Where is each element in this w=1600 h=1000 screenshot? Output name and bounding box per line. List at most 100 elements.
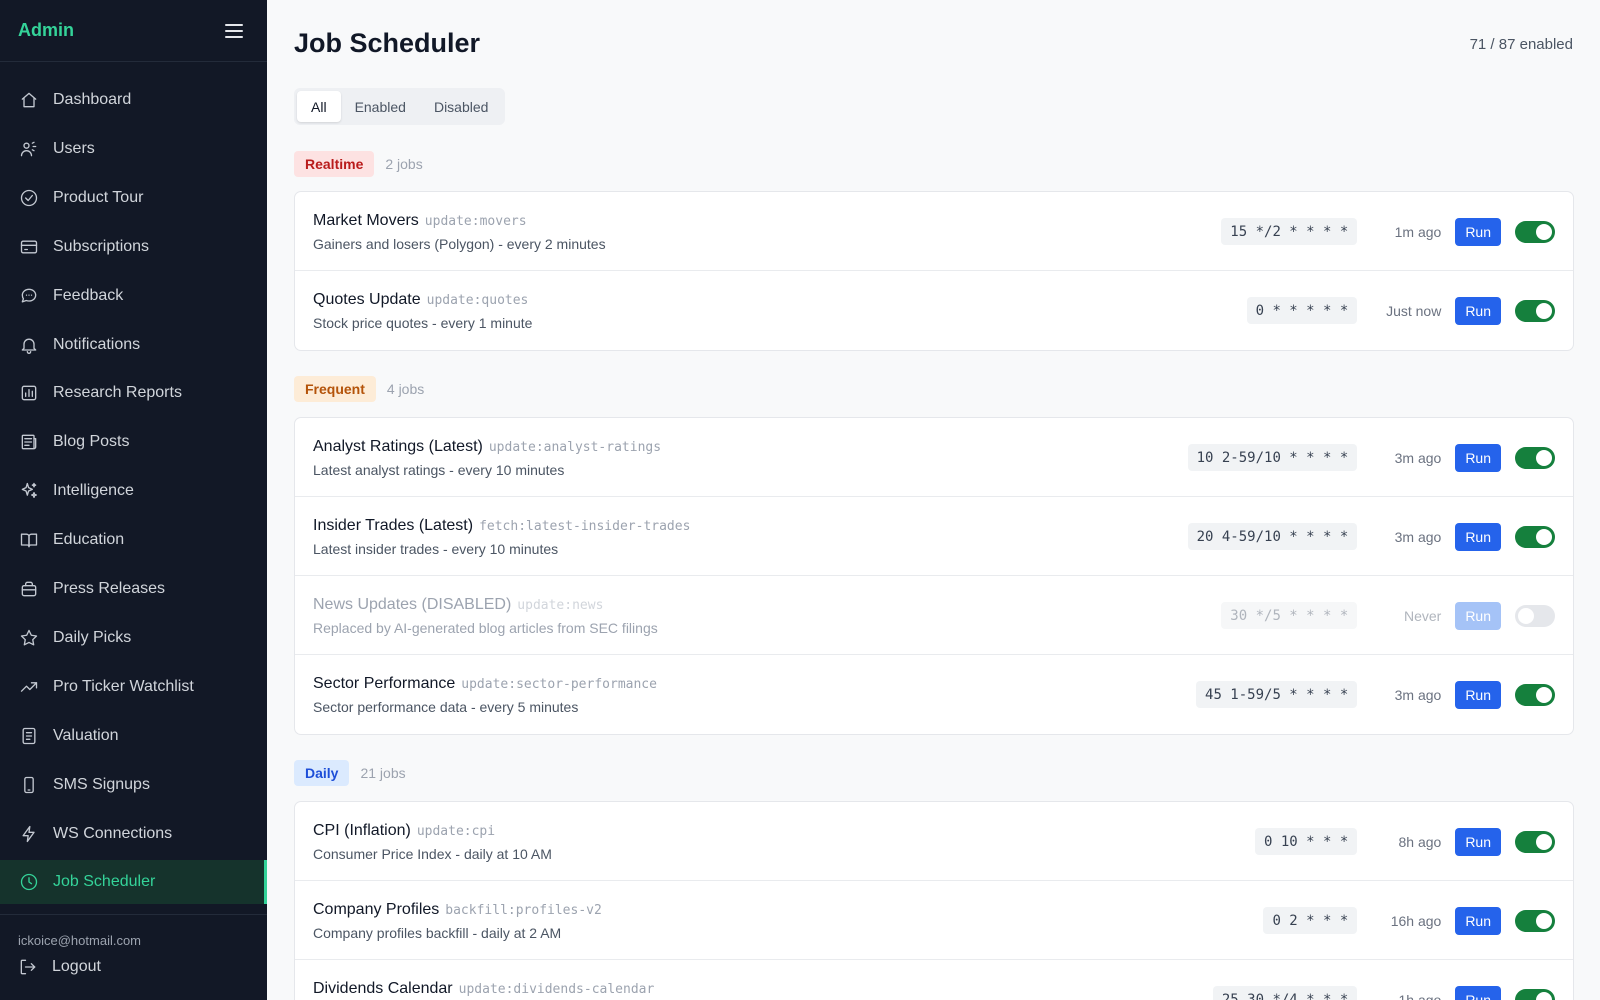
job-title: Quotes Update	[313, 291, 421, 308]
toggle-knob	[1536, 302, 1552, 319]
job-title: Company Profiles	[313, 901, 440, 918]
last-run-time: Just now	[1386, 302, 1442, 319]
job-title: Analyst Ratings (Latest)	[313, 438, 483, 455]
sidebar-item-research-reports[interactable]: Research Reports	[0, 371, 267, 415]
toggle-knob	[1518, 607, 1534, 624]
sidebar-item-ws-connections[interactable]: WS Connections	[0, 812, 267, 856]
logout-button[interactable]: Logout	[18, 957, 249, 977]
cron-expression: 45 1-59/5 * * * *	[1196, 681, 1358, 708]
run-button[interactable]: Run	[1455, 680, 1501, 709]
job-group-card: Analyst Ratings (Latest) update:analyst-r…	[294, 417, 1574, 735]
enable-toggle[interactable]	[1515, 830, 1555, 853]
sidebar-item-label: Intelligence	[53, 482, 134, 500]
job-name: Insider Trades (Latest) fetch:latest-insi…	[313, 517, 690, 535]
sidebar-item-label: Research Reports	[53, 384, 182, 402]
enable-toggle[interactable]	[1515, 604, 1555, 627]
cron-expression: 10 2-59/10 * * * *	[1187, 444, 1358, 471]
sidebar-item-label: Dashboard	[53, 91, 132, 108]
sidebar-item-dashboard[interactable]: Dashboard	[0, 78, 267, 122]
sidebar-footer: ickoice@hotmail.com Logout	[0, 914, 267, 977]
job-row: Market Movers update:movers Gainers and lo…	[295, 192, 1573, 271]
job-row: Dividends Calendar update:dividends-calen…	[295, 960, 1573, 1000]
job-name: CPI (Inflation) update:cpi	[313, 822, 495, 840]
job-name: Company Profiles backfill:profiles-v2	[313, 901, 602, 919]
sidebar-item-valuation[interactable]: Valuation	[0, 714, 267, 758]
run-button[interactable]: Run	[1455, 296, 1501, 325]
sidebar-item-press-releases[interactable]: Press Releases	[0, 567, 267, 611]
sidebar-item-blog-posts[interactable]: Blog Posts	[0, 420, 267, 464]
enable-toggle[interactable]	[1515, 988, 1555, 1000]
sidebar-item-label: Education	[53, 531, 125, 549]
brand-logo[interactable]: Admin	[18, 20, 74, 41]
job-description: Latest insider trades - every 10 minutes	[313, 541, 559, 557]
sidebar-item-sms-signups[interactable]: SMS Signups	[0, 763, 267, 807]
credit-card-icon	[19, 237, 39, 257]
job-title: Market Movers	[313, 212, 419, 229]
group-badge: Frequent	[294, 376, 376, 402]
tab-all[interactable]: All	[297, 91, 341, 122]
job-row: Quotes Update update:quotes Stock price qu…	[295, 271, 1573, 350]
sidebar-item-education[interactable]: Education	[0, 518, 267, 562]
job-controls: 0 2 * * * 16h ago Run	[1263, 881, 1555, 960]
enable-toggle[interactable]	[1515, 909, 1555, 932]
enable-toggle[interactable]	[1515, 683, 1555, 706]
job-title: Sector Performance	[313, 675, 456, 692]
sidebar-item-subscriptions[interactable]: Subscriptions	[0, 225, 267, 269]
group-job-count: 2 jobs	[385, 156, 423, 172]
group-badge: Daily	[294, 760, 350, 786]
phone-icon	[19, 775, 39, 795]
sidebar-item-label: Notifications	[53, 335, 141, 353]
toggle-knob	[1536, 991, 1552, 1000]
sidebar-item-product-tour[interactable]: Product Tour	[0, 176, 267, 220]
job-controls: 0 10 * * * 8h ago Run	[1255, 802, 1555, 881]
group-header-realtime: Realtime 2 jobs	[294, 151, 423, 177]
job-name: Quotes Update update:quotes	[313, 291, 528, 309]
job-title: CPI (Inflation)	[313, 822, 411, 839]
cron-expression: 25 30 */4 * * *	[1212, 986, 1358, 1000]
trending-up-icon	[19, 677, 39, 697]
enable-toggle[interactable]	[1515, 220, 1555, 243]
run-button[interactable]: Run	[1455, 443, 1501, 472]
sidebar-item-feedback[interactable]: Feedback	[0, 274, 267, 318]
logout-label: Logout	[52, 958, 101, 975]
run-button[interactable]: Run	[1455, 906, 1501, 935]
run-button[interactable]: Run	[1455, 217, 1501, 246]
job-command: update:cpi	[416, 824, 496, 839]
tab-disabled[interactable]: Disabled	[420, 91, 502, 122]
bell-icon	[19, 335, 39, 355]
group-badge: Realtime	[294, 151, 375, 177]
hamburger-menu-icon[interactable]	[225, 23, 243, 38]
sidebar-item-users[interactable]: Users	[0, 127, 267, 171]
job-title: Insider Trades (Latest)	[313, 517, 474, 534]
job-controls: 30 */5 * * * * Never Run	[1221, 576, 1555, 655]
job-description: Stock price quotes - every 1 minute	[313, 315, 533, 331]
home-icon	[19, 90, 39, 110]
job-name: Sector Performance update:sector-performa…	[313, 675, 657, 693]
sidebar-item-daily-picks[interactable]: Daily Picks	[0, 616, 267, 660]
sidebar-item-label: Press Releases	[53, 580, 166, 597]
sidebar-item-notifications[interactable]: Notifications	[0, 323, 267, 367]
toggle-knob	[1536, 686, 1552, 703]
job-row: Insider Trades (Latest) fetch:latest-insi…	[295, 497, 1573, 576]
sidebar-item-pro-ticker-watchlist[interactable]: Pro Ticker Watchlist	[0, 665, 267, 709]
enable-toggle[interactable]	[1515, 446, 1555, 469]
run-button[interactable]: Run	[1455, 601, 1501, 630]
sidebar-item-intelligence[interactable]: Intelligence	[0, 469, 267, 513]
filter-tabs: All Enabled Disabled	[294, 88, 506, 125]
sidebar-item-label: Subscriptions	[53, 237, 150, 255]
sidebar-item-job-scheduler[interactable]: Job Scheduler	[0, 860, 267, 905]
tab-enabled[interactable]: Enabled	[341, 91, 420, 122]
enable-toggle[interactable]	[1515, 299, 1555, 322]
run-button[interactable]: Run	[1455, 985, 1501, 1000]
job-description: Gainers and losers (Polygon) - every 2 m…	[313, 236, 606, 252]
run-button[interactable]: Run	[1455, 522, 1501, 551]
star-icon	[19, 628, 39, 648]
job-controls: 10 2-59/10 * * * * 3m ago Run	[1187, 418, 1555, 497]
group-header-frequent: Frequent 4 jobs	[294, 376, 424, 402]
job-description: Sector performance data - every 5 minute…	[313, 699, 579, 715]
job-description: Company profiles backfill - daily at 2 A…	[313, 925, 562, 941]
job-command: update:analyst-ratings	[488, 440, 662, 455]
run-button[interactable]: Run	[1455, 827, 1501, 856]
last-run-time: Never	[1403, 607, 1442, 624]
enable-toggle[interactable]	[1515, 525, 1555, 548]
